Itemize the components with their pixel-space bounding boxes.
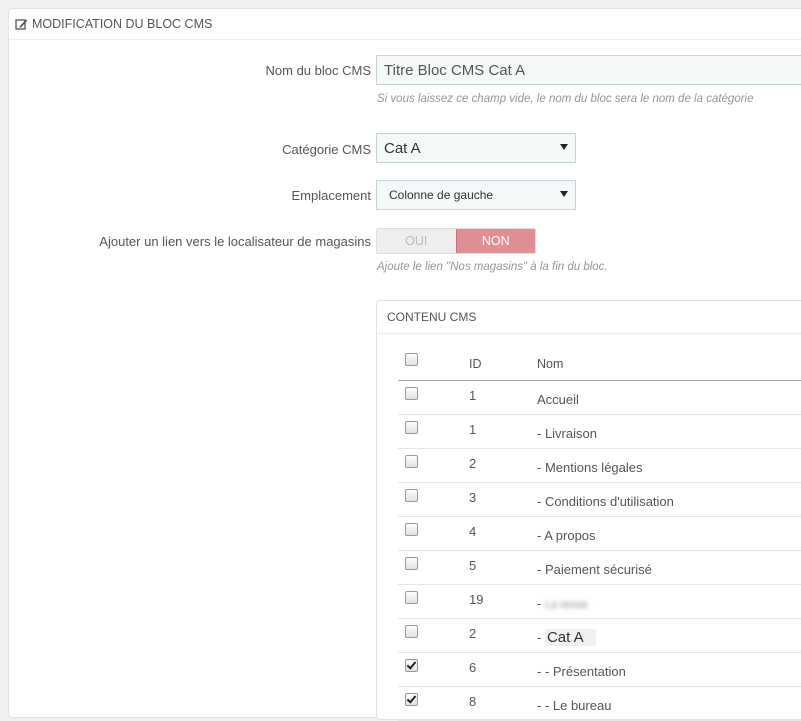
row-name-redacted: La revue: [544, 599, 588, 611]
table-row[interactable]: 8 - - Le bureau: [398, 686, 801, 721]
row-id: 5: [469, 558, 477, 573]
panel-heading: MODIFICATION DU BLOC CMS: [9, 9, 801, 40]
row-name: - Mentions légales: [537, 460, 643, 475]
row-name-prefix: -: [537, 630, 545, 645]
name-label: Nom du bloc CMS: [265, 63, 371, 78]
toggle-no-option[interactable]: NON: [455, 229, 535, 253]
block-name-input[interactable]: [376, 55, 801, 85]
location-select[interactable]: Colonne de gauche: [376, 180, 576, 210]
row-name-highlight: Cat A: [544, 629, 596, 646]
row-name-prefix: - - Présentation: [537, 664, 626, 679]
row-id: 19: [469, 592, 484, 607]
category-select[interactable]: Cat A: [376, 133, 576, 163]
row-id: 2: [469, 456, 477, 471]
table-row[interactable]: 4 - A propos: [398, 516, 801, 551]
row-name-prefix: -: [537, 596, 545, 611]
cms-rows: 1 Accueil 1 - Livraison 2 - Mentions légales 3…: [398, 380, 801, 721]
name-help-text: Si vous laissez ce champ vide, le nom du…: [377, 93, 754, 105]
cms-block-panel: MODIFICATION DU BLOC CMS Nom du bloc CMS…: [8, 8, 801, 721]
id-column-header: ID: [468, 347, 536, 381]
table-header-row: ID Nom: [398, 347, 801, 381]
name-column-header: Nom: [536, 347, 801, 381]
toggle-yes-option[interactable]: OUI: [377, 229, 456, 253]
row-id: 3: [469, 490, 477, 505]
cms-content-title: CONTENU CMS: [377, 301, 801, 334]
row-checkbox[interactable]: [405, 488, 418, 502]
cms-content-panel: CONTENU CMS ID Nom 1 Accueil 1 - Livraison 2…: [376, 300, 801, 721]
table-row[interactable]: 6 - - Présentation: [398, 652, 801, 687]
row-name: - La revue: [537, 596, 588, 611]
row-id: 1: [469, 422, 477, 437]
row-name-prefix: - A propos: [537, 528, 596, 543]
row-checkbox[interactable]: [405, 522, 418, 536]
row-name: - A propos: [537, 528, 596, 543]
table-row[interactable]: 2 - Mentions légales: [398, 448, 801, 483]
row-checkbox[interactable]: [405, 692, 418, 706]
row-name-prefix: - Conditions d'utilisation: [537, 494, 674, 509]
chevron-down-icon: [560, 191, 568, 197]
category-label: Catégorie CMS: [282, 142, 371, 157]
select-all-checkbox[interactable]: [405, 352, 418, 366]
row-name: Accueil: [537, 392, 579, 407]
row-name: - Livraison: [537, 426, 597, 441]
table-row[interactable]: 2 - Cat A: [398, 618, 801, 653]
row-name: - Paiement sécurisé: [537, 562, 652, 577]
location-label: Emplacement: [291, 188, 371, 203]
row-id: 6: [469, 660, 477, 675]
cms-content-table: ID Nom 1 Accueil 1 - Livraison 2 - Mentions l…: [398, 347, 801, 721]
row-id: 2: [469, 626, 477, 641]
table-row[interactable]: 19 - La revue: [398, 584, 801, 619]
row-name-prefix: - Paiement sécurisé: [537, 562, 652, 577]
panel-title: MODIFICATION DU BLOC CMS: [32, 17, 213, 31]
row-id: 1: [469, 388, 477, 403]
store-link-toggle[interactable]: OUI NON: [376, 228, 536, 254]
row-checkbox[interactable]: [405, 624, 418, 638]
table-row[interactable]: 3 - Conditions d'utilisation: [398, 482, 801, 517]
row-name-prefix: - - Le bureau: [537, 698, 612, 713]
row-checkbox[interactable]: [405, 556, 418, 570]
row-checkbox[interactable]: [405, 386, 418, 400]
row-checkbox[interactable]: [405, 590, 418, 604]
store-link-help-text: Ajoute le lien "Nos magasins" à la fin d…: [377, 261, 608, 273]
row-name-prefix: - Livraison: [537, 426, 597, 441]
row-name: - - Le bureau: [537, 698, 611, 713]
row-name-prefix: - Mentions légales: [537, 460, 643, 475]
table-row[interactable]: 1 Accueil: [398, 380, 801, 415]
row-checkbox[interactable]: [405, 454, 418, 468]
location-selected-value: Colonne de gauche: [389, 188, 494, 202]
row-name: - Conditions d'utilisation: [537, 494, 674, 509]
chevron-down-icon: [560, 144, 568, 150]
row-checkbox[interactable]: [405, 658, 418, 672]
edit-icon: [15, 18, 28, 31]
row-id: 8: [469, 694, 477, 709]
category-selected-value: Cat A: [384, 139, 421, 157]
row-name: - Cat A: [537, 629, 596, 646]
row-checkbox[interactable]: [405, 420, 418, 434]
row-id: 4: [469, 524, 477, 539]
table-row[interactable]: 1 - Livraison: [398, 414, 801, 449]
store-link-label: Ajouter un lien vers le localisateur de …: [99, 234, 371, 249]
row-name: - - Présentation: [537, 664, 626, 679]
row-name-prefix: Accueil: [537, 392, 579, 407]
table-row[interactable]: 5 - Paiement sécurisé: [398, 550, 801, 585]
